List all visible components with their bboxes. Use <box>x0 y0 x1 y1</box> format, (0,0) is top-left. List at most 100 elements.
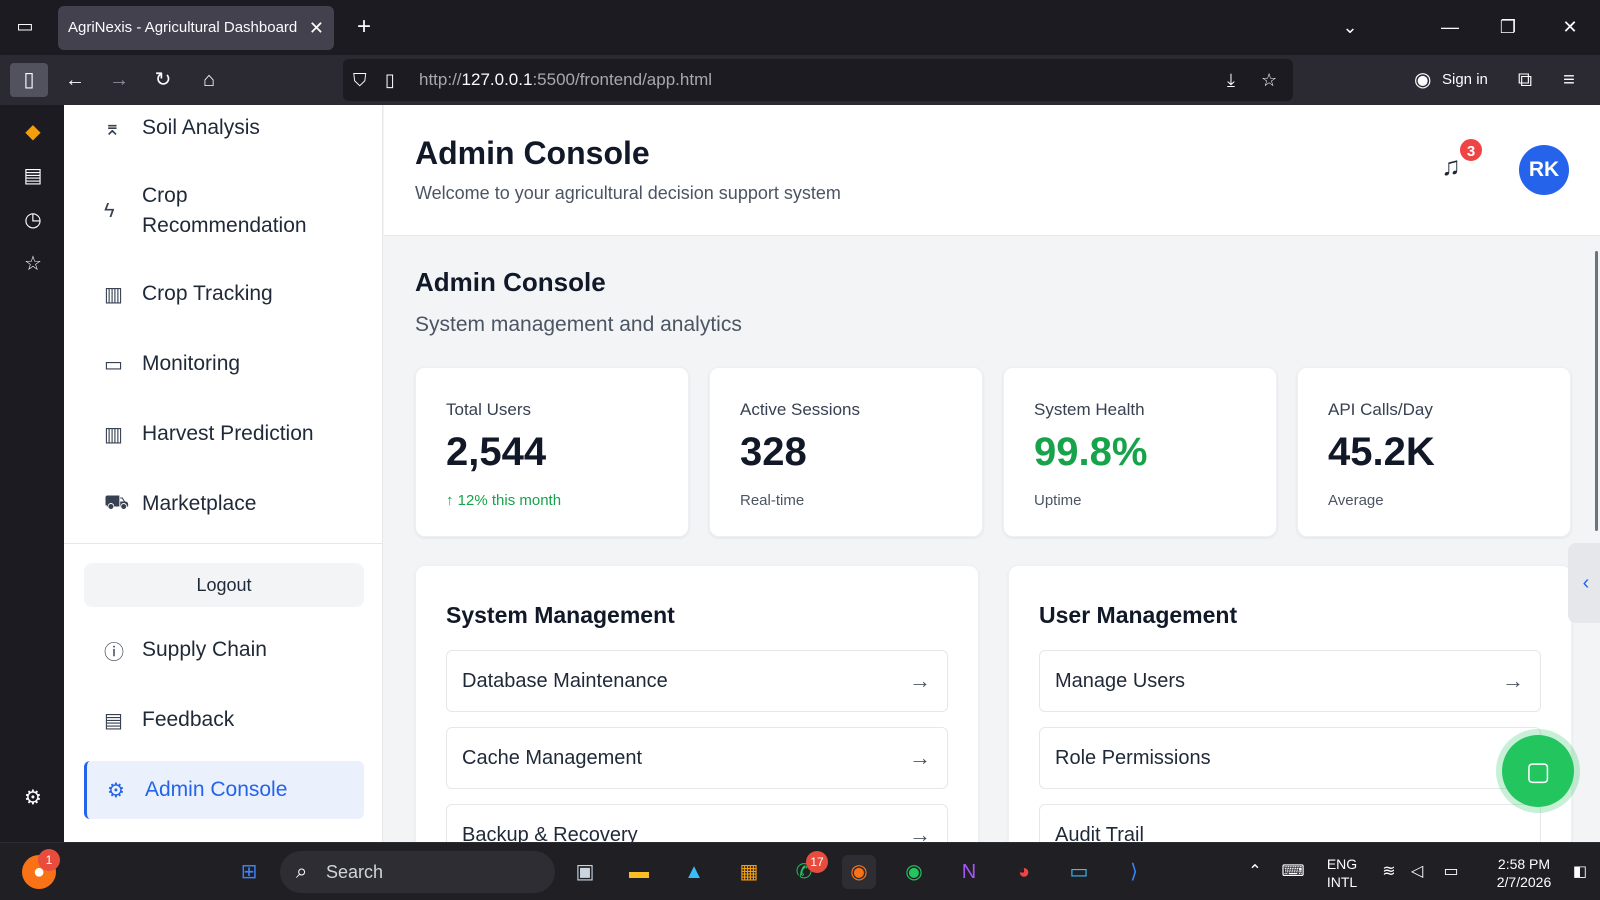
remote-desktop-icon[interactable]: ▭ <box>1062 855 1096 889</box>
stat-value: 99.8% <box>1034 430 1148 474</box>
menu-icon[interactable]: ≡ <box>1550 63 1588 97</box>
firefox-icon[interactable]: ◉ <box>842 855 876 889</box>
taskbar: ● 1 ⊞ ⌕ Search ▣ ▬ ▲ ▦ ✆ 17 ◉ ◉ N ◕ ▭ ⟩ … <box>0 842 1600 900</box>
tab-title: AgriNexis - Agricultural Dashboard <box>68 19 298 36</box>
account-icon: ◉ <box>1414 69 1432 91</box>
browser-titlebar: ▭ AgriNexis - Agricultural Dashboard ✕ +… <box>0 0 1600 55</box>
sidebar-item-harvest-prediction[interactable]: ▥ Harvest Prediction <box>84 405 364 463</box>
stat-label: API Calls/Day <box>1328 400 1433 419</box>
tab-close-icon[interactable]: ✕ <box>309 6 324 50</box>
history-icon[interactable]: ◷ <box>20 207 46 233</box>
info-icon: ⓘ <box>104 641 124 664</box>
spotify-icon[interactable]: ◉ <box>897 855 931 889</box>
store-icon[interactable]: ▦ <box>732 855 766 889</box>
vscode-icon[interactable]: ⟩ <box>1117 855 1151 889</box>
role-permissions-button[interactable]: Role Permissions <box>1039 727 1541 789</box>
backup-recovery-button[interactable]: Backup & Recovery → <box>446 804 948 842</box>
reload-icon[interactable]: ↻ <box>144 63 182 97</box>
collapse-panel-chevron-icon[interactable]: ‹ <box>1568 543 1600 623</box>
sidebar-item-marketplace[interactable]: ⛟ Marketplace <box>84 475 364 533</box>
browser-navbar: ▯ ← → ↻ ⌂ ⛉ ▯ http://127.0.0.1:5500/fron… <box>0 55 1600 105</box>
browser-tab[interactable]: AgriNexis - Agricultural Dashboard ✕ <box>58 6 334 50</box>
arrow-right-icon: → <box>909 745 931 770</box>
sidebar-item-crop-recommendation[interactable]: ϟ Crop Recommendation <box>84 175 364 247</box>
url-text[interactable]: http://127.0.0.1:5500/frontend/app.html <box>419 59 712 101</box>
stat-trend: ↑ 12% this month <box>446 492 562 509</box>
widget-badge: 1 <box>38 849 60 871</box>
panel-title: System Management <box>446 602 675 628</box>
stat-sub: Real-time <box>740 492 805 509</box>
settings-icon[interactable]: ⚙ <box>20 785 46 811</box>
audit-trail-button[interactable]: Audit Trail <box>1039 804 1541 842</box>
stat-label: Active Sessions <box>740 400 860 419</box>
stat-value: 328 <box>740 430 807 474</box>
tab-list-icon[interactable]: ▭ <box>12 16 38 40</box>
content-area: Admin Console System management and anal… <box>384 237 1600 842</box>
section-subtitle: System management and analytics <box>415 313 742 336</box>
task-view-icon[interactable]: ▣ <box>568 855 602 889</box>
bookmark-star-icon[interactable]: ☆ <box>1261 59 1277 101</box>
tray-chevron-up-icon[interactable]: ⌃ <box>1238 855 1272 889</box>
volume-icon[interactable]: ◁ <box>1400 855 1434 889</box>
bookmarks-icon[interactable]: ☆ <box>20 251 46 277</box>
logout-button[interactable]: Logout <box>84 563 364 607</box>
file-explorer-icon[interactable]: ▬ <box>622 855 656 889</box>
forward-icon[interactable]: → <box>100 63 138 97</box>
section-title: Admin Console <box>415 267 606 297</box>
sidebar-item-crop-tracking[interactable]: ▥ Crop Tracking <box>84 265 364 323</box>
sidebar-item-supply-chain[interactable]: ⓘ Supply Chain <box>84 621 364 679</box>
copilot-icon[interactable]: ◆ <box>20 119 46 145</box>
battery-icon[interactable]: ▭ <box>1434 855 1468 889</box>
page-scrollbar[interactable] <box>1595 251 1598 531</box>
sidebar-item-monitoring[interactable]: ▭ Monitoring <box>84 335 364 393</box>
new-tab-button[interactable]: + <box>350 12 378 42</box>
url-bar[interactable]: ⛉ ▯ http://127.0.0.1:5500/frontend/app.h… <box>343 59 1293 101</box>
app-sidebar: ⌆ Soil Analysis ϟ Crop Recommendation ▥ … <box>64 105 383 842</box>
chat-button[interactable]: ▢ <box>1502 735 1574 807</box>
sign-in-button[interactable]: ◉ Sign in <box>1406 61 1500 99</box>
panel-title: User Management <box>1039 602 1238 628</box>
sidebar-divider <box>64 543 383 544</box>
download-page-icon[interactable]: ⤓ <box>1227 59 1235 101</box>
shield-icon[interactable]: ⛉ <box>353 59 367 101</box>
chrome-icon[interactable]: ◕ <box>1007 855 1041 889</box>
cache-management-button[interactable]: Cache Management → <box>446 727 948 789</box>
bar-chart-icon: ▥ <box>104 423 123 446</box>
extensions-icon[interactable]: ⧉ <box>1506 63 1544 97</box>
notifications-icon[interactable]: ◧ <box>1568 855 1592 889</box>
stat-card-system-health: System Health 99.8% Uptime <box>1003 367 1277 537</box>
sidebar-item-soil-analysis[interactable]: ⌆ Soil Analysis <box>84 105 364 157</box>
stat-label: System Health <box>1034 400 1145 419</box>
sidebar-toggle-icon[interactable]: ▯ <box>10 63 48 97</box>
input-language[interactable]: ENG INTL <box>1318 855 1366 891</box>
onenote-icon[interactable]: N <box>952 855 986 889</box>
soil-icon: ⌆ <box>104 117 121 140</box>
back-icon[interactable]: ← <box>56 63 94 97</box>
lightning-icon: ϟ <box>104 199 115 222</box>
sidebar-item-admin-console[interactable]: ⚙ Admin Console <box>84 761 364 819</box>
keyboard-icon[interactable]: ⌨ <box>1276 855 1310 889</box>
tab-overflow-chevron-icon[interactable]: ⌄ <box>1332 12 1368 42</box>
photos-icon[interactable]: ▲ <box>677 855 711 889</box>
sidebar-item-feedback[interactable]: ▤ Feedback <box>84 691 364 749</box>
notification-badge: 3 <box>1458 137 1484 163</box>
stat-card-active-sessions: Active Sessions 328 Real-time <box>709 367 983 537</box>
avatar[interactable]: RK <box>1519 145 1569 195</box>
arrow-right-icon: → <box>1502 668 1524 693</box>
page-icon: ▯ <box>385 70 395 90</box>
manage-users-button[interactable]: Manage Users → <box>1039 650 1541 712</box>
system-management-panel: System Management Database Maintenance →… <box>415 565 979 842</box>
windows-start-icon[interactable]: ⊞ <box>232 855 266 889</box>
restore-button[interactable]: ❐ <box>1490 12 1526 42</box>
synced-tabs-icon[interactable]: ▤ <box>20 163 46 189</box>
search-icon: ⌕ <box>296 861 308 883</box>
minimize-button[interactable]: — <box>1432 12 1468 42</box>
cart-icon: ⛟ <box>104 491 130 514</box>
whatsapp-badge: 17 <box>806 851 828 873</box>
database-maintenance-button[interactable]: Database Maintenance → <box>446 650 948 712</box>
clock[interactable]: 2:58 PM 2/7/2026 <box>1482 855 1566 891</box>
stat-sub: Uptime <box>1034 492 1082 509</box>
taskbar-search[interactable]: ⌕ Search <box>280 851 555 893</box>
close-window-button[interactable]: ✕ <box>1552 12 1588 42</box>
home-icon[interactable]: ⌂ <box>190 63 228 97</box>
